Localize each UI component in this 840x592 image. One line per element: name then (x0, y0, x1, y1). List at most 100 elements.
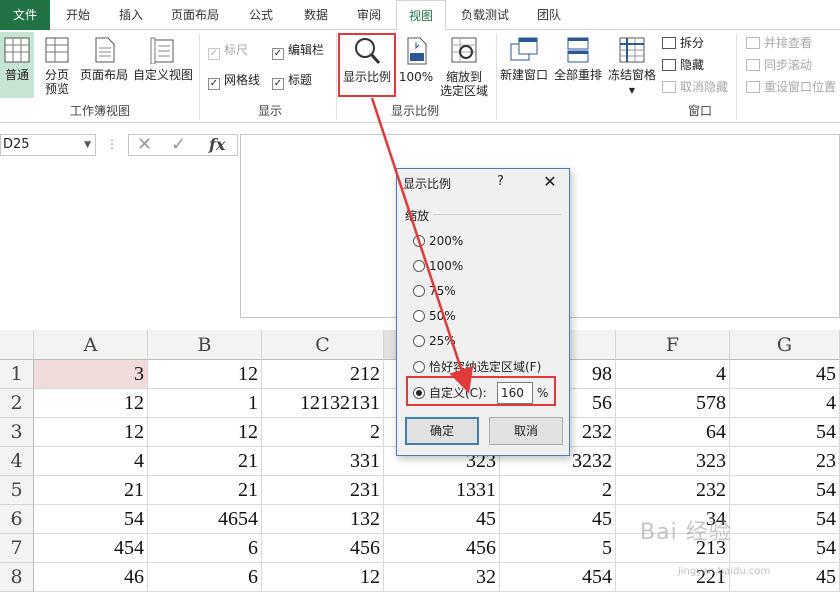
grid-cell-b2[interactable]: 1 (148, 389, 262, 418)
grid-cell-a2[interactable]: 12 (34, 389, 148, 418)
grid-cell-c8[interactable]: 12 (262, 563, 384, 592)
column-header-a[interactable]: A (34, 330, 148, 360)
grid-cell-f1[interactable]: 4 (616, 360, 730, 389)
radio-fit-selection[interactable]: 恰好容纳选定区域(F) (413, 359, 541, 375)
grid-cell-a8[interactable]: 46 (34, 563, 148, 592)
row-header-3[interactable]: 3 (0, 418, 34, 447)
grid-cell-f5[interactable]: 232 (616, 476, 730, 505)
grid-cell-c5[interactable]: 231 (262, 476, 384, 505)
grid-cell-c6[interactable]: 132 (262, 505, 384, 534)
radio-75[interactable]: 75% (413, 283, 456, 299)
side-by-side-button[interactable]: 并排查看 (746, 34, 812, 52)
arrange-all-button[interactable]: 全部重排 (552, 32, 604, 98)
row-header-1[interactable]: 1 (0, 360, 34, 389)
grid-cell-c7[interactable]: 456 (262, 534, 384, 563)
close-icon[interactable]: ✕ (539, 171, 561, 193)
gridlines-checkbox[interactable]: ✓ 网格线 (208, 72, 260, 90)
row-header-2[interactable]: 2 (0, 389, 34, 418)
tab-page-layout[interactable]: 页面布局 (160, 0, 230, 30)
cancel-button[interactable]: 取消 (489, 417, 563, 445)
grid-cell-d5[interactable]: 1331 (384, 476, 500, 505)
grid-cell-b6[interactable]: 4654 (148, 505, 262, 534)
grid-cell-a7[interactable]: 454 (34, 534, 148, 563)
grid-cell-c1[interactable]: 212 (262, 360, 384, 389)
grid-cell-b1[interactable]: 12 (148, 360, 262, 389)
row-header-6[interactable]: 6 (0, 505, 34, 534)
grid-cell-a6[interactable]: 54 (34, 505, 148, 534)
grid-cell-g1[interactable]: 45 (730, 360, 840, 389)
tab-team[interactable]: 团队 (524, 0, 574, 30)
grid-cell-g5[interactable]: 54 (730, 476, 840, 505)
grid-cell-e8[interactable]: 454 (500, 563, 616, 592)
hide-button[interactable]: 隐藏 (662, 56, 704, 74)
grid-cell-b4[interactable]: 21 (148, 447, 262, 476)
grid-cell-e7[interactable]: 5 (500, 534, 616, 563)
zoom-100-button[interactable]: 100% (398, 32, 434, 98)
tab-home[interactable]: 开始 (52, 0, 104, 30)
radio-50[interactable]: 50% (413, 308, 456, 324)
column-header-f[interactable]: F (616, 330, 730, 360)
column-header-b[interactable]: B (148, 330, 262, 360)
normal-view-button[interactable]: 普通 (0, 32, 34, 98)
row-header-8[interactable]: 8 (0, 563, 34, 592)
zoom-to-selection-button[interactable]: 缩放到 选定区域 (436, 32, 492, 98)
insert-function-icon[interactable]: fx (209, 135, 225, 155)
row-header-5[interactable]: 5 (0, 476, 34, 505)
radio-200[interactable]: 200% (413, 233, 463, 249)
ruler-checkbox[interactable]: ✓ 标尺 (208, 42, 248, 60)
enter-icon[interactable]: ✓ (171, 135, 186, 155)
grid-cell-f4[interactable]: 323 (616, 447, 730, 476)
grid-cell-b5[interactable]: 21 (148, 476, 262, 505)
chevron-down-icon[interactable]: ▼ (84, 135, 91, 155)
new-window-button[interactable]: 新建窗口 (498, 32, 550, 98)
cancel-icon[interactable]: ✕ (137, 135, 152, 155)
custom-views-button[interactable]: 自定义视图 (132, 32, 194, 98)
ok-button[interactable]: 确定 (405, 417, 479, 445)
grid-cell-a5[interactable]: 21 (34, 476, 148, 505)
grid-cell-b3[interactable]: 12 (148, 418, 262, 447)
grid-cell-c3[interactable]: 2 (262, 418, 384, 447)
page-layout-view-button[interactable]: 页面布局 (78, 32, 130, 98)
column-header-c[interactable]: C (262, 330, 384, 360)
grid-cell-b7[interactable]: 6 (148, 534, 262, 563)
grid-cell-d7[interactable]: 456 (384, 534, 500, 563)
tab-review[interactable]: 审阅 (344, 0, 394, 30)
grid-cell-e6[interactable]: 45 (500, 505, 616, 534)
sync-scroll-button[interactable]: 同步滚动 (746, 56, 812, 74)
grid-cell-f2[interactable]: 578 (616, 389, 730, 418)
freeze-panes-button[interactable]: 冻结窗格 ▼ (606, 32, 658, 98)
headings-checkbox[interactable]: ✓ 标题 (272, 72, 312, 90)
row-header-4[interactable]: 4 (0, 447, 34, 476)
row-header-7[interactable]: 7 (0, 534, 34, 563)
grid-cell-e5[interactable]: 2 (500, 476, 616, 505)
grid-cell-a4[interactable]: 4 (34, 447, 148, 476)
radio-25[interactable]: 25% (413, 333, 456, 349)
grid-cell-a1[interactable]: 3 (34, 360, 148, 389)
tab-insert[interactable]: 插入 (104, 0, 158, 30)
grid-cell-d8[interactable]: 32 (384, 563, 500, 592)
grid-cell-g7[interactable]: 54 (730, 534, 840, 563)
tab-data[interactable]: 数据 (290, 0, 342, 30)
tab-formulas[interactable]: 公式 (234, 0, 288, 30)
column-header-g[interactable]: G (730, 330, 840, 360)
grid-cell-f3[interactable]: 64 (616, 418, 730, 447)
page-break-preview-button[interactable]: 分页 预览 (38, 32, 76, 98)
grid-cell-g3[interactable]: 54 (730, 418, 840, 447)
tab-view[interactable]: 视图 (396, 0, 446, 31)
formula-bar-checkbox[interactable]: ✓ 编辑栏 (272, 42, 324, 60)
reset-window-position-button[interactable]: 重设窗口位置 (746, 78, 836, 96)
split-button[interactable]: 拆分 (662, 34, 704, 52)
grid-cell-b8[interactable]: 6 (148, 563, 262, 592)
select-all-corner[interactable] (0, 330, 34, 360)
radio-100[interactable]: 100% (413, 258, 463, 274)
tab-load-test[interactable]: 负载测试 (450, 0, 520, 30)
name-box[interactable]: D25 ▼ (0, 134, 96, 156)
tab-file[interactable]: 文件 (0, 0, 50, 30)
grid-cell-g2[interactable]: 4 (730, 389, 840, 418)
grid-cell-d6[interactable]: 45 (384, 505, 500, 534)
grid-cell-c2[interactable]: 12132131 (262, 389, 384, 418)
help-icon[interactable]: ? (497, 174, 504, 189)
grid-cell-g4[interactable]: 23 (730, 447, 840, 476)
grid-cell-g6[interactable]: 54 (730, 505, 840, 534)
grid-cell-c4[interactable]: 331 (262, 447, 384, 476)
